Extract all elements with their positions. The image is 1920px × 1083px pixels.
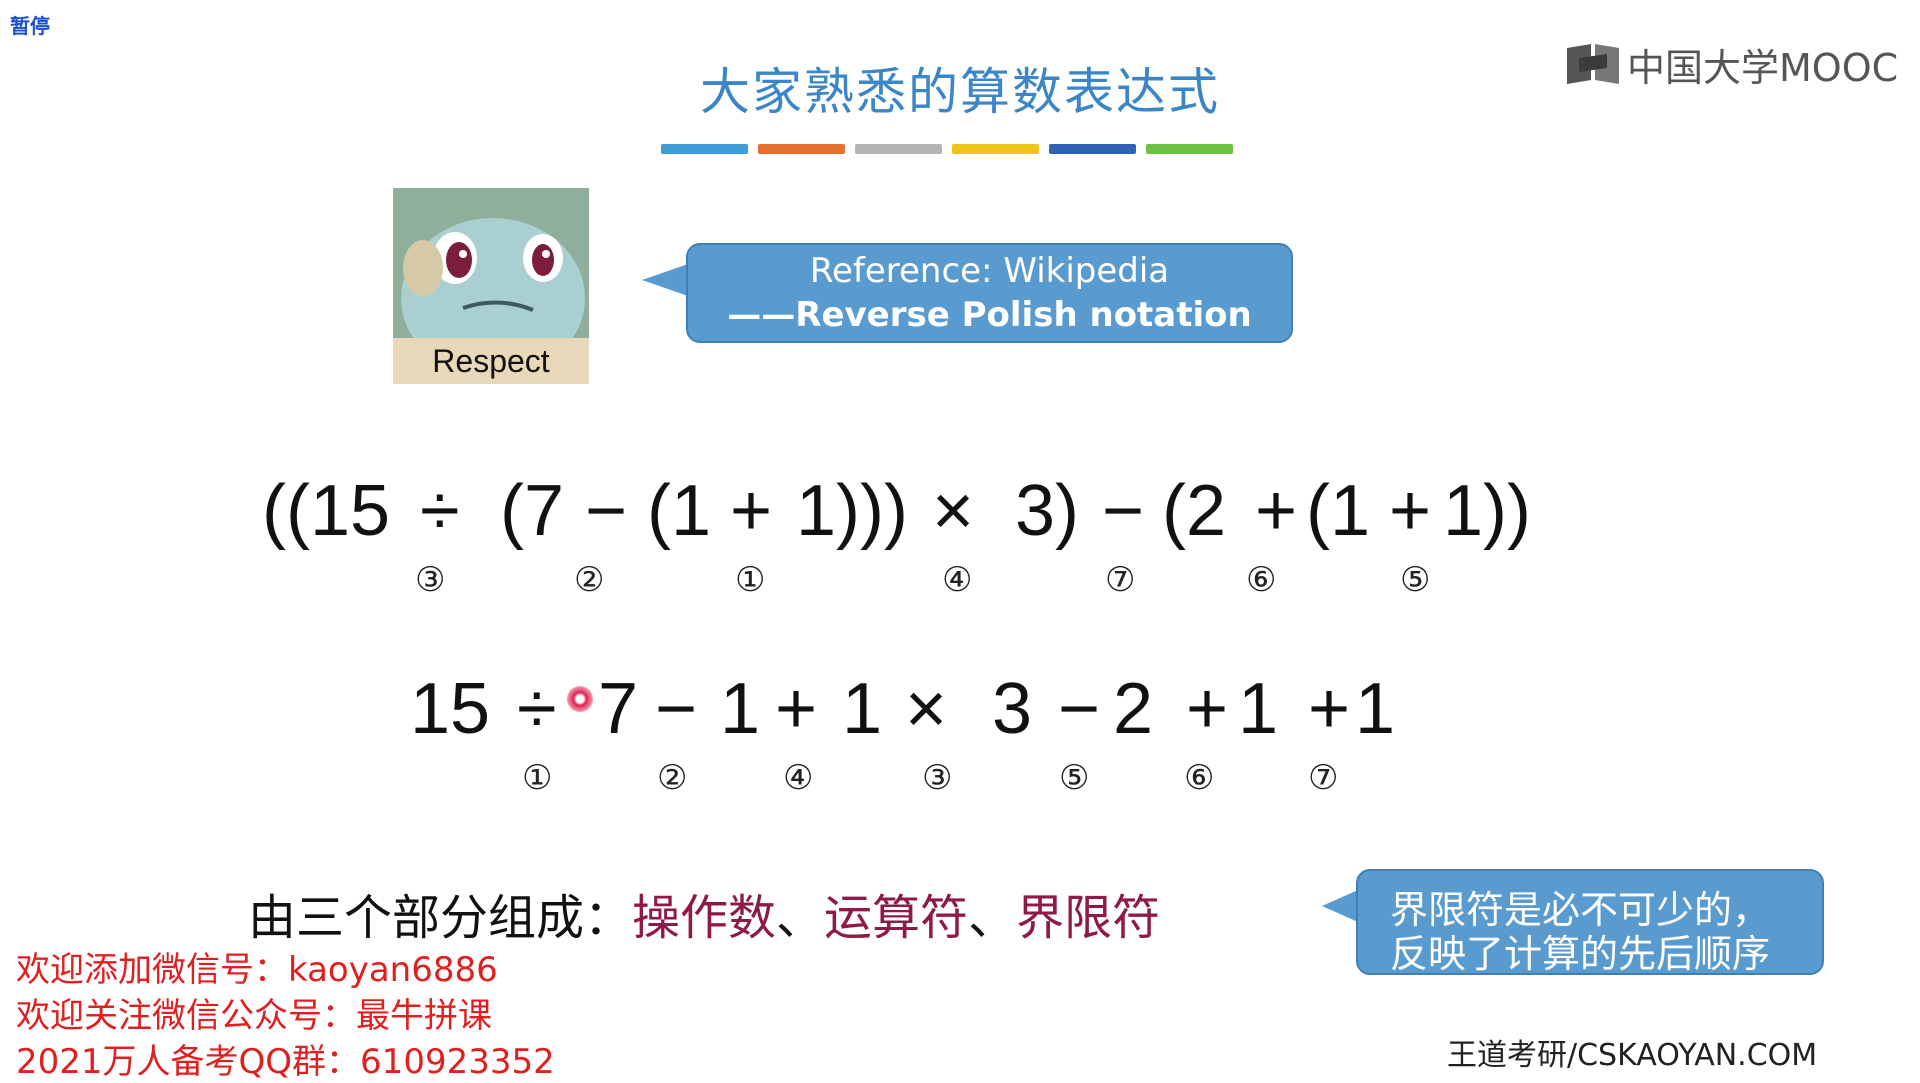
components-prefix: 由三个部分组成： <box>248 890 633 946</box>
expression-components-line: 由三个部分组成：操作数、运算符、界限符 <box>248 878 1160 948</box>
reference-bubble-tail <box>642 264 688 296</box>
expression-2-token: 7 <box>598 669 639 749</box>
evaluation-order-mark: ③ <box>922 758 953 798</box>
laser-pointer-dot <box>567 686 593 712</box>
watermark-wechat: 欢迎添加微信号：kaoyan6886 <box>16 950 498 990</box>
expression-2-token: ÷ <box>517 669 557 749</box>
expression-2-token: 1 <box>720 669 761 749</box>
color-bar-segment <box>1146 144 1233 154</box>
expression-2-token: 3 <box>992 669 1033 749</box>
reference-bubble: Reference: Wikipedia ——Reverse Polish no… <box>686 243 1293 343</box>
color-bar-segment <box>1049 144 1136 154</box>
components-separator: 、 <box>968 890 1017 946</box>
components-separator: 、 <box>776 890 825 946</box>
expression-2-token: − <box>655 669 698 749</box>
evaluation-order-mark: ④ <box>942 560 973 600</box>
expression-2-token: × <box>905 669 948 749</box>
evaluation-order-mark: ② <box>657 758 688 798</box>
meme-image: Respect <box>393 188 589 384</box>
expression-1-token: × <box>932 471 975 551</box>
color-bar-segment <box>855 144 942 154</box>
title-color-bar <box>661 144 1233 154</box>
evaluation-order-mark: ⑦ <box>1105 560 1136 600</box>
component-operand: 操作数 <box>632 890 777 946</box>
mooc-logo-text: 中国大学MOOC <box>1627 45 1899 90</box>
expression-1-token: (2 <box>1162 471 1227 551</box>
watermark-qq-group: 2021万人备考QQ群：610923352 <box>16 1042 555 1082</box>
color-bar-segment <box>758 144 845 154</box>
evaluation-order-mark: ② <box>574 560 605 600</box>
expression-1-token: (1 <box>1306 471 1371 551</box>
evaluation-order-mark: ⑤ <box>1059 758 1090 798</box>
expression-2-token: 1 <box>1238 669 1279 749</box>
expression-2-token: 1 <box>1355 669 1396 749</box>
expression-2-token: 2 <box>1113 669 1154 749</box>
evaluation-order-mark: ④ <box>783 758 814 798</box>
evaluation-order-mark: ⑥ <box>1184 758 1215 798</box>
mooc-book-icon <box>1567 44 1619 84</box>
component-delimiter: 界限符 <box>1016 890 1161 946</box>
expression-1-token: + <box>730 471 773 551</box>
color-bar-segment <box>952 144 1039 154</box>
expression-1-token: 1))) <box>796 471 908 551</box>
footer-site: 王道考研/CSKAOYAN.COM <box>1447 1038 1818 1073</box>
expression-2-token: + <box>775 669 818 749</box>
expression-1-token: (1 <box>647 471 712 551</box>
expression-2-token: + <box>1186 669 1229 749</box>
expression-1-token: (7 <box>500 471 565 551</box>
expression-1-token: + <box>1255 471 1298 551</box>
expression-1-token: 1)) <box>1443 471 1531 551</box>
component-operator: 运算符 <box>824 890 969 946</box>
expression-1-token: 3) <box>1015 471 1080 551</box>
color-bar-segment <box>661 144 748 154</box>
expression-2-token: − <box>1058 669 1101 749</box>
meme-caption: Respect <box>432 343 550 379</box>
delimiter-note-bubble: 界限符是必不可少的， 反映了计算的先后顺序 <box>1356 869 1824 976</box>
evaluation-order-mark: ⑦ <box>1308 758 1339 798</box>
evaluation-order-mark: ⑤ <box>1400 560 1431 600</box>
evaluation-order-mark: ③ <box>415 560 446 600</box>
delimiter-note-line-2: 反映了计算的先后顺序 <box>1390 932 1771 976</box>
expression-1-token: ÷ <box>420 471 460 551</box>
expression-1-token: − <box>585 471 628 551</box>
expression-2-token: + <box>1308 669 1351 749</box>
watermark-official-account: 欢迎关注微信公众号：最牛拼课 <box>16 996 492 1036</box>
expression-2-token: 15 <box>410 669 491 749</box>
evaluation-order-mark: ① <box>735 560 766 600</box>
expression-2-token: 1 <box>842 669 883 749</box>
expression-1-token: − <box>1102 471 1145 551</box>
expression-1-token: + <box>1389 471 1432 551</box>
pause-button[interactable]: 暂停 <box>10 10 50 39</box>
reference-title: ——Reverse Polish notation <box>727 295 1252 335</box>
reference-source: Reference: Wikipedia <box>809 251 1170 291</box>
delimiter-bubble-tail <box>1322 890 1358 922</box>
mooc-logo: 中国大学MOOC <box>1565 40 1898 90</box>
evaluation-order-mark: ⑥ <box>1246 560 1277 600</box>
expression-1-token: ((15 <box>262 471 391 551</box>
evaluation-order-mark: ① <box>522 758 553 798</box>
